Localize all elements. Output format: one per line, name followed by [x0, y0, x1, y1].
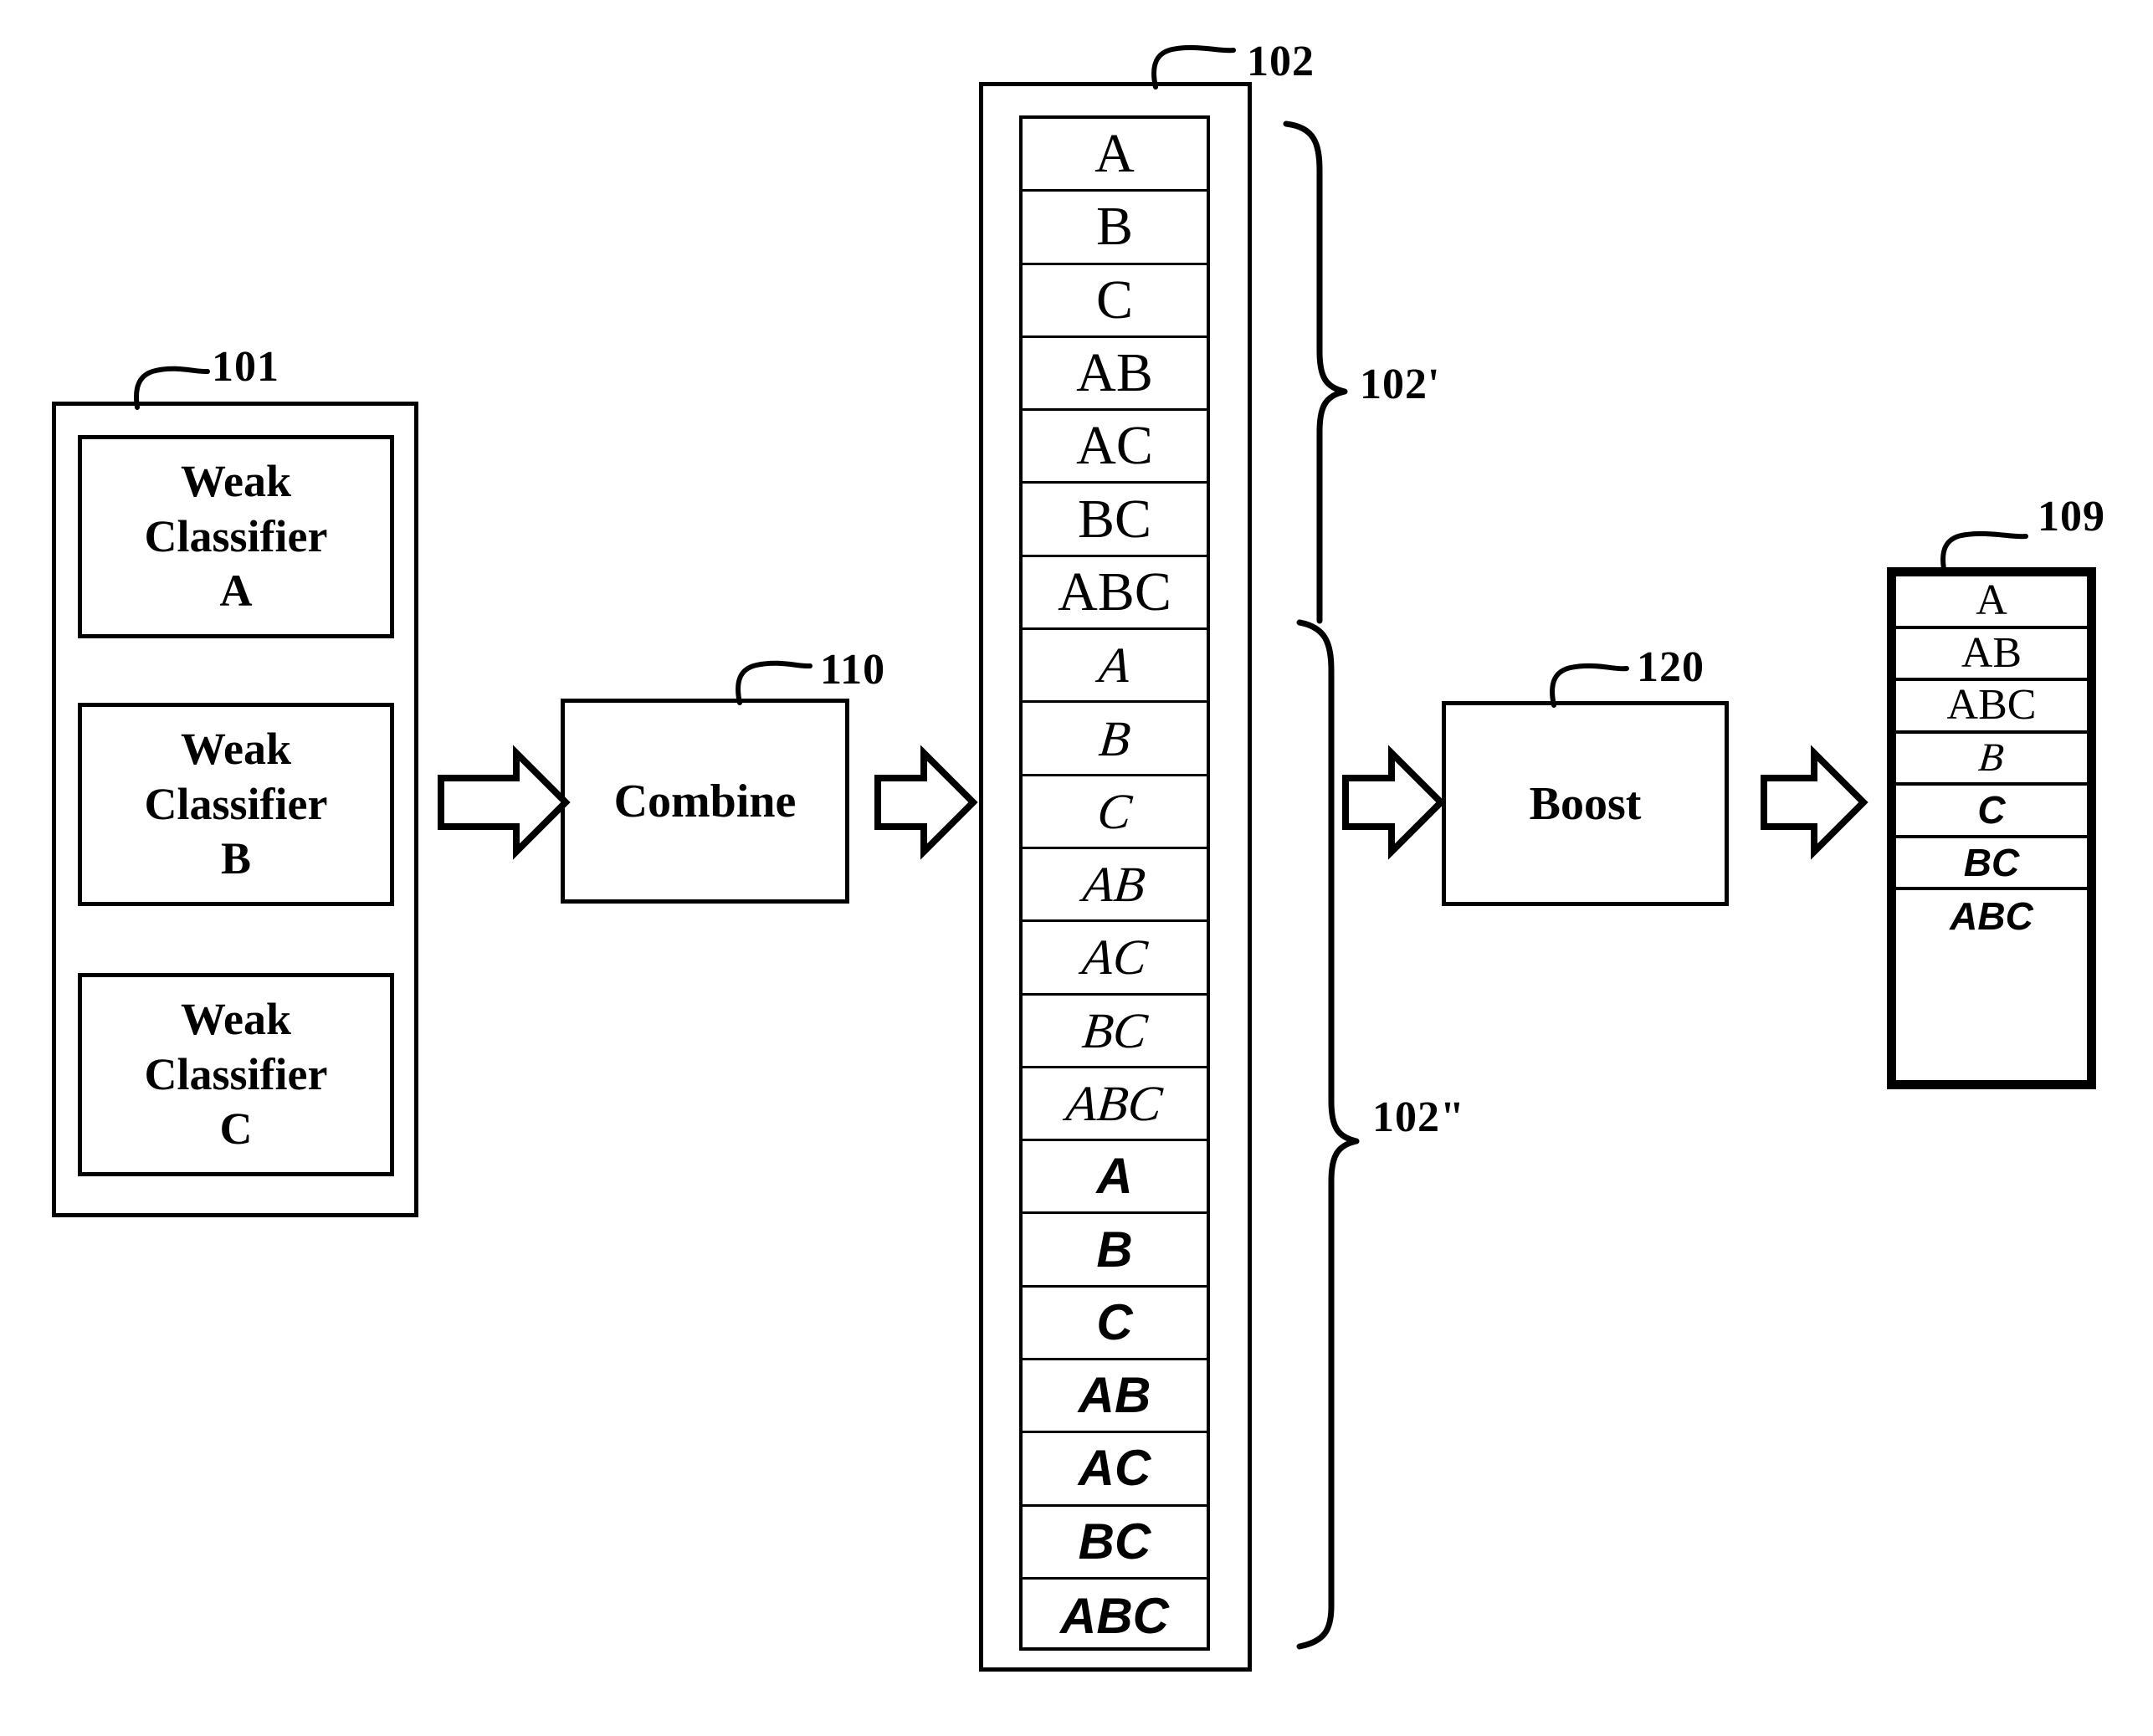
- weak-classifier-b[interactable]: Weak Classifier B: [78, 703, 394, 906]
- pool-token: BC: [1078, 1513, 1151, 1570]
- pool-token: AB: [1078, 1367, 1151, 1424]
- output-token: ABC: [1946, 681, 2037, 730]
- pool-row[interactable]: AC: [1023, 1433, 1207, 1507]
- weak-classifier-c-line3: C: [219, 1104, 253, 1155]
- pool-token: C: [1096, 1293, 1133, 1350]
- pool-token: A: [1096, 1148, 1133, 1205]
- pool-token: ABC: [1064, 1076, 1166, 1131]
- weak-classifier-b-line2: Classifier: [144, 778, 328, 829]
- boost-label: Boost: [1529, 777, 1642, 830]
- pool-token: B: [1096, 1221, 1133, 1278]
- pool-token: B: [1096, 710, 1133, 766]
- classifier-pool-list: A B C AB AC BC ABC A B C AB AC BC ABC A …: [1019, 115, 1210, 1651]
- pool-token: ABC: [1060, 1587, 1169, 1644]
- boost-block[interactable]: Boost: [1442, 701, 1729, 906]
- pool-row[interactable]: BC: [1023, 996, 1207, 1068]
- weak-classifier-b-label: Weak Classifier B: [145, 722, 328, 888]
- pool-token: AC: [1079, 929, 1150, 986]
- pool-token: AB: [1076, 342, 1153, 404]
- pool-token: ABC: [1058, 561, 1171, 622]
- pool-row[interactable]: C: [1023, 776, 1207, 849]
- weak-classifier-c-label: Weak Classifier C: [145, 992, 328, 1158]
- pool-token: C: [1095, 269, 1134, 330]
- output-row[interactable]: A: [1896, 576, 2087, 629]
- boosted-classifier-list: A AB ABC B C BC ABC: [1887, 567, 2096, 1089]
- weak-classifier-a-line1: Weak: [180, 455, 291, 506]
- weak-classifier-a-line3: A: [219, 566, 253, 617]
- weak-classifier-c-line2: Classifier: [144, 1048, 328, 1099]
- ref-label-102-prime: 102': [1360, 361, 1441, 408]
- pool-row[interactable]: C: [1023, 265, 1207, 338]
- pool-row[interactable]: BC: [1023, 1507, 1207, 1580]
- pool-row[interactable]: ABC: [1023, 1068, 1207, 1142]
- ref-label-101: 101: [212, 343, 279, 391]
- pool-row[interactable]: A: [1023, 1141, 1207, 1215]
- arrow-combine-to-pool-icon: [874, 745, 978, 860]
- pool-row[interactable]: C: [1023, 1288, 1207, 1361]
- ref-label-102: 102: [1247, 38, 1315, 85]
- pool-row[interactable]: AC: [1023, 411, 1207, 484]
- pool-row[interactable]: AC: [1023, 922, 1207, 996]
- pool-token: AC: [1078, 1440, 1151, 1497]
- output-row[interactable]: AB: [1896, 628, 2087, 681]
- ref-label-110: 110: [820, 646, 886, 694]
- pool-row[interactable]: ABC: [1023, 557, 1207, 631]
- combine-label: Combine: [613, 775, 797, 827]
- pool-token: AB: [1080, 857, 1149, 913]
- leader-line-110: [736, 660, 813, 705]
- output-token: C: [1977, 788, 2006, 832]
- weak-classifier-c[interactable]: Weak Classifier C: [78, 973, 394, 1176]
- pool-token: B: [1095, 196, 1134, 258]
- output-token: ABC: [1950, 894, 2033, 939]
- pool-row[interactable]: B: [1023, 192, 1207, 265]
- weak-classifier-a[interactable]: Weak Classifier A: [78, 435, 394, 638]
- arrow-bank-to-combine-icon: [438, 745, 571, 860]
- output-token: B: [1976, 735, 2007, 780]
- output-token: A: [1976, 576, 2007, 625]
- weak-classifier-c-line1: Weak: [180, 993, 291, 1044]
- pool-row[interactable]: ABC: [1023, 1580, 1207, 1652]
- leader-line-120: [1550, 663, 1629, 708]
- pool-token: C: [1094, 783, 1135, 839]
- output-row[interactable]: C: [1896, 786, 2087, 838]
- output-token: BC: [1963, 840, 2020, 884]
- pool-token: BC: [1077, 488, 1152, 550]
- output-row[interactable]: ABC: [1896, 681, 2087, 734]
- weak-classifier-a-label: Weak Classifier A: [145, 454, 328, 620]
- pool-token: BC: [1079, 1002, 1150, 1058]
- brace-102-prime: [1283, 120, 1348, 624]
- pool-token: AC: [1076, 415, 1153, 477]
- ref-label-120: 120: [1637, 643, 1704, 691]
- combine-block[interactable]: Combine: [561, 699, 849, 904]
- pool-row[interactable]: A: [1023, 630, 1207, 704]
- arrow-pool-to-boost-icon: [1342, 745, 1446, 860]
- pool-row[interactable]: AB: [1023, 338, 1207, 412]
- figure-canvas: Weak Classifier A Weak Classifier B Weak…: [0, 0, 2153, 1736]
- brace-102-double-prime: [1296, 619, 1360, 1650]
- weak-classifier-b-line1: Weak: [180, 723, 291, 774]
- output-row[interactable]: ABC: [1896, 890, 2087, 943]
- pool-row[interactable]: AB: [1023, 1360, 1207, 1434]
- pool-row[interactable]: B: [1023, 1214, 1207, 1288]
- output-token: AB: [1961, 628, 2022, 677]
- leader-line-102: [1151, 44, 1236, 90]
- ref-label-109: 109: [2038, 493, 2105, 540]
- output-row[interactable]: BC: [1896, 838, 2087, 890]
- output-row[interactable]: B: [1896, 734, 2087, 786]
- pool-token: A: [1094, 123, 1135, 185]
- pool-token: A: [1096, 638, 1133, 694]
- pool-row[interactable]: BC: [1023, 484, 1207, 557]
- ref-label-102-double-prime: 102": [1372, 1093, 1465, 1141]
- weak-classifier-a-line2: Classifier: [144, 510, 328, 561]
- arrow-boost-to-output-icon: [1761, 745, 1868, 860]
- pool-row[interactable]: A: [1023, 119, 1207, 192]
- pool-row[interactable]: B: [1023, 703, 1207, 776]
- weak-classifier-b-line3: B: [220, 833, 251, 884]
- pool-row[interactable]: AB: [1023, 849, 1207, 923]
